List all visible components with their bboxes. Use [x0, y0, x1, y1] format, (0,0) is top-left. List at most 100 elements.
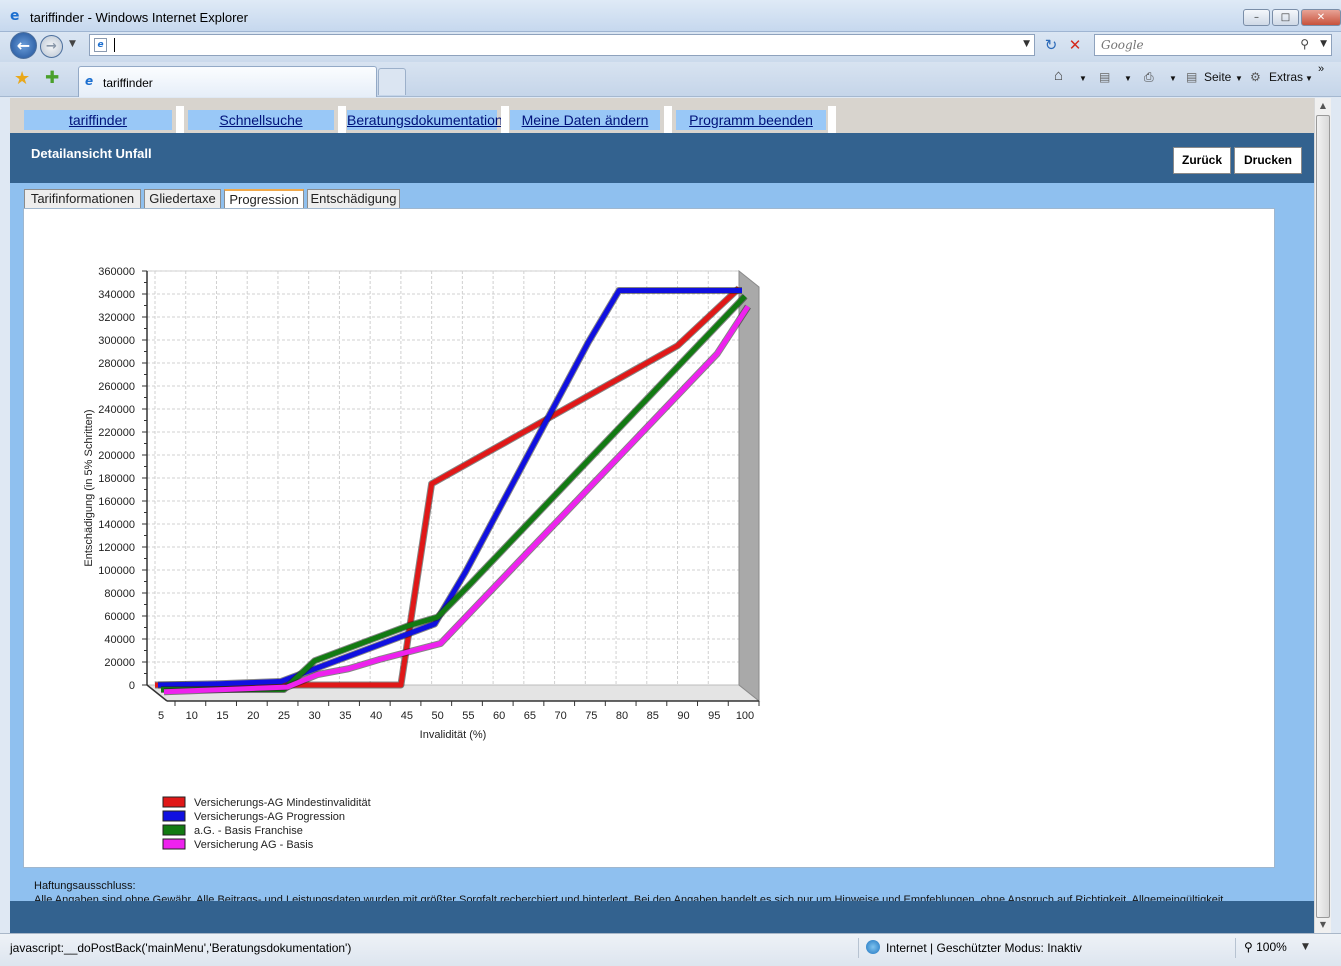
main-menu: tariffinder Schnellsuche Beratungsdokume…: [10, 98, 1314, 133]
close-button[interactable]: ✕: [1301, 9, 1341, 26]
menu-item-meine-daten[interactable]: Meine Daten ändern: [510, 110, 660, 130]
chart-x-tick-label: 50: [432, 710, 444, 722]
page-menu-dropdown-icon[interactable]: ▼: [1235, 74, 1243, 83]
page-menu-icon: ▤: [1186, 70, 1198, 84]
status-separator: [1235, 938, 1236, 958]
zoom-level[interactable]: ⚲ 100%: [1244, 940, 1287, 954]
tab-entschaedigung[interactable]: Entschädigung: [307, 189, 400, 208]
chart-y-tick-label: 20000: [104, 657, 135, 669]
chart-x-tick-label: 75: [585, 710, 597, 722]
zoom-icon: ⚲: [1244, 940, 1257, 954]
chart-x-tick-label: 35: [339, 710, 351, 722]
tab-tarifinformationen[interactable]: Tarifinformationen: [24, 189, 141, 208]
address-dropdown-icon[interactable]: ▼: [1023, 39, 1030, 49]
detail-header: Detailansicht Unfall Zurück Drucken: [10, 133, 1314, 183]
favorites-star-icon[interactable]: ★: [14, 68, 30, 89]
refresh-icon[interactable]: ↻: [1040, 35, 1062, 55]
feeds-dropdown-icon[interactable]: ▼: [1124, 74, 1132, 83]
chart-y-tick-label: 80000: [104, 588, 135, 600]
new-tab-button[interactable]: [378, 68, 406, 95]
search-options-icon[interactable]: ▼: [1320, 39, 1327, 49]
chart-x-tick-label: 55: [462, 710, 474, 722]
minimize-button[interactable]: –: [1243, 9, 1270, 26]
menu-item-tariffinder[interactable]: tariffinder: [24, 110, 172, 130]
add-favorites-icon[interactable]: ✚: [45, 68, 59, 88]
window-title: tariffinder - Windows Internet Explorer: [30, 10, 248, 25]
menu-separator: [176, 106, 184, 133]
chart-x-tick-label: 60: [493, 710, 505, 722]
recent-pages-dropdown-icon[interactable]: ▼: [69, 39, 76, 49]
security-zone[interactable]: Internet | Geschützter Modus: Inaktiv: [886, 941, 1082, 955]
tools-menu[interactable]: Extras: [1269, 70, 1303, 84]
chart-x-tick-label: 90: [677, 710, 689, 722]
menu-item-programm-beenden[interactable]: Programm beenden: [676, 110, 826, 130]
chart-legend-label: Versicherung AG - Basis: [194, 839, 314, 851]
home-icon[interactable]: ⌂: [1054, 67, 1063, 84]
navigation-bar: ← → ▼ e ▼ ↻ ✕ ⚲ ▼: [0, 32, 1341, 62]
gear-icon: ⚙: [1250, 70, 1261, 84]
zoom-dropdown-icon[interactable]: ▼: [1302, 942, 1309, 952]
chart-x-tick-label: 40: [370, 710, 382, 722]
menu-separator: [828, 106, 836, 133]
chart-x-tick-label: 10: [186, 710, 198, 722]
menu-separator: [501, 106, 509, 133]
feeds-icon[interactable]: ▤: [1099, 70, 1110, 84]
chart-y-tick-label: 360000: [98, 266, 135, 278]
menu-item-beratungsdokumentation[interactable]: Beratungsdokumentation: [347, 110, 503, 130]
status-bar: javascript:__doPostBack('mainMenu','Bera…: [0, 933, 1341, 966]
chart-y-tick-label: 120000: [98, 542, 135, 554]
chart-y-tick-label: 40000: [104, 634, 135, 646]
vertical-scrollbar[interactable]: ▲ ▼: [1314, 98, 1331, 933]
chart-y-tick-label: 160000: [98, 496, 135, 508]
print-dropdown-icon[interactable]: ▼: [1169, 74, 1177, 83]
scroll-down-icon[interactable]: ▼: [1315, 917, 1331, 933]
chart-x-axis-label: Invalidität (%): [420, 729, 487, 741]
chart-y-tick-label: 200000: [98, 450, 135, 462]
tab-progression[interactable]: Progression: [224, 189, 304, 209]
chart-legend-swatch: [162, 810, 186, 822]
chart-legend-label: Versicherungs-AG Mindestinvalidität: [194, 797, 371, 809]
chart-x-tick-label: 30: [309, 710, 321, 722]
footer-band: [10, 901, 1314, 933]
maximize-button[interactable]: □: [1272, 9, 1299, 26]
chart-y-tick-label: 300000: [98, 335, 135, 347]
back-arrow-icon[interactable]: ←: [10, 32, 37, 59]
browser-tab-active[interactable]: e tariffinder: [78, 66, 377, 97]
chart-legend-swatch: [162, 838, 186, 850]
forward-arrow-icon[interactable]: →: [40, 35, 63, 58]
chart-x-tick-label: 100: [736, 710, 754, 722]
chart-x-tick-label: 15: [216, 710, 228, 722]
toolbar-overflow-icon[interactable]: »: [1318, 63, 1324, 75]
chart-y-tick-label: 340000: [98, 289, 135, 301]
status-text: javascript:__doPostBack('mainMenu','Bera…: [10, 941, 352, 955]
page-icon: e: [94, 38, 107, 52]
progression-chart: 0 20000 40000 60000 80000 100000 120000 140000 1…: [83, 266, 761, 851]
address-bar[interactable]: e ▼: [89, 34, 1035, 56]
text-caret: [114, 38, 115, 52]
menu-item-schnellsuche[interactable]: Schnellsuche: [188, 110, 334, 130]
search-icon[interactable]: ⚲: [1300, 37, 1309, 51]
scroll-thumb[interactable]: [1316, 115, 1330, 918]
tab-gliedertaxe[interactable]: Gliedertaxe: [144, 189, 221, 208]
chart-y-axis-label: Entschädigung (in 5% Schritten): [83, 409, 95, 566]
tools-dropdown-icon[interactable]: ▼: [1305, 74, 1313, 83]
chart-y-tick-label: 260000: [98, 381, 135, 393]
search-box[interactable]: ⚲ ▼: [1094, 34, 1332, 56]
stop-icon[interactable]: ✕: [1064, 35, 1086, 55]
chart-y-tick-label: 60000: [104, 611, 135, 623]
page-menu[interactable]: Seite: [1204, 70, 1231, 84]
back-button[interactable]: Zurück: [1173, 147, 1231, 174]
chart-x-tick-label: 80: [616, 710, 628, 722]
page-viewport: tariffinder Schnellsuche Beratungsdokume…: [10, 98, 1314, 933]
chart-y-tick-label: 240000: [98, 404, 135, 416]
home-dropdown-icon[interactable]: ▼: [1079, 74, 1087, 83]
print-button[interactable]: Drucken: [1234, 147, 1302, 174]
menu-separator: [664, 106, 672, 133]
chart-x-tick-label: 65: [524, 710, 536, 722]
search-input[interactable]: [1101, 36, 1291, 54]
chart-legend-label: Versicherungs-AG Progression: [194, 811, 345, 823]
scroll-up-icon[interactable]: ▲: [1315, 98, 1331, 114]
print-icon[interactable]: ⎙: [1144, 70, 1154, 85]
zoom-value: 100%: [1256, 940, 1287, 954]
chart-x-tick-label: 5: [158, 710, 164, 722]
